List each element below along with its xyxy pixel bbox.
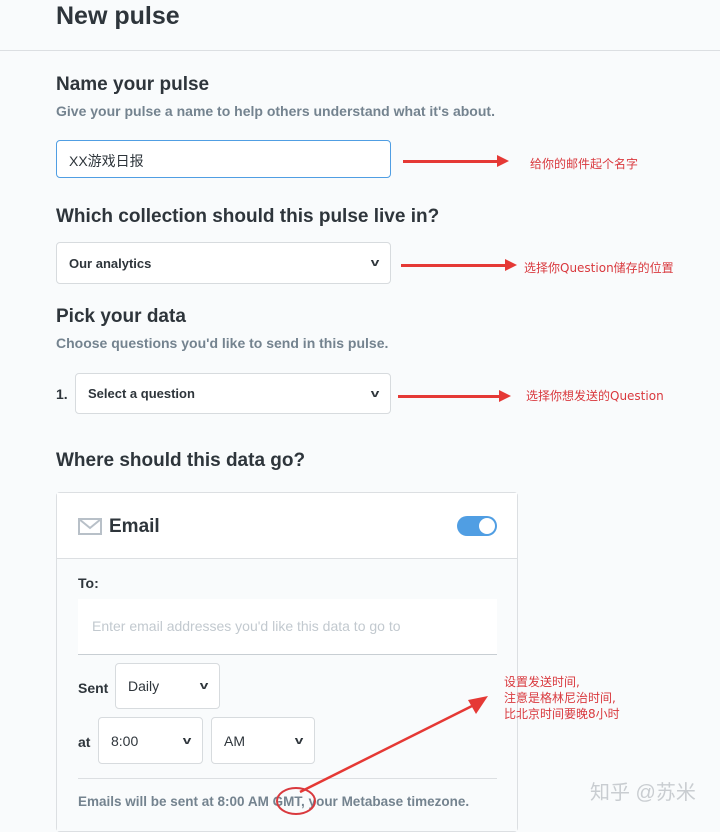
collection-value: Our analytics bbox=[69, 255, 152, 271]
collection-select[interactable]: Our analytics v bbox=[56, 242, 391, 284]
question-number: 1. bbox=[56, 386, 68, 402]
email-toggle[interactable] bbox=[457, 516, 497, 536]
recipients-input[interactable]: Enter email addresses you'd like this da… bbox=[78, 599, 497, 655]
annotation-name: 给你的邮件起个名字 bbox=[530, 157, 639, 171]
page-title: New pulse bbox=[56, 2, 180, 30]
frequency-value: Daily bbox=[128, 678, 160, 694]
destination-section-title: Where should this data go? bbox=[56, 450, 306, 471]
ampm-value: AM bbox=[224, 732, 245, 749]
annotation-arrow bbox=[403, 155, 509, 167]
annotation-line: 注意是格林尼治时间, bbox=[504, 691, 616, 705]
time-value: 8:00 bbox=[111, 732, 139, 749]
annotation-question: 选择你想发送的Question bbox=[526, 389, 664, 403]
annotation-line: 设置发送时间, bbox=[504, 675, 580, 689]
chevron-down-icon: v bbox=[199, 680, 209, 692]
time-select[interactable]: 8:00 v bbox=[98, 717, 203, 764]
watermark: 知乎 @苏米 bbox=[590, 782, 696, 804]
email-card-title: Email bbox=[109, 516, 160, 537]
sent-label: Sent bbox=[78, 680, 109, 696]
question-select[interactable]: Select a question v bbox=[75, 373, 391, 414]
name-section-subtitle: Give your pulse a name to help others un… bbox=[56, 103, 495, 119]
at-label: at bbox=[78, 734, 91, 750]
annotation-arrow bbox=[398, 390, 511, 402]
collection-section-title: Which collection should this pulse live … bbox=[56, 206, 440, 227]
envelope-icon bbox=[78, 518, 102, 535]
data-section-title: Pick your data bbox=[56, 306, 186, 327]
annotation-time: 设置发送时间, 注意是格林尼治时间, 比北京时间要晚8小时 bbox=[504, 674, 620, 722]
chevron-down-icon: v bbox=[182, 734, 192, 747]
frequency-select[interactable]: Daily v bbox=[115, 663, 220, 709]
divider bbox=[0, 50, 720, 51]
annotation-collection: 选择你Question储存的位置 bbox=[524, 261, 674, 275]
question-placeholder: Select a question bbox=[88, 386, 195, 401]
data-section-subtitle: Choose questions you'd like to send in t… bbox=[56, 335, 389, 351]
chevron-down-icon: v bbox=[370, 257, 380, 269]
name-section-title: Name your pulse bbox=[56, 74, 210, 95]
to-label: To: bbox=[78, 575, 99, 591]
chevron-down-icon: v bbox=[370, 387, 380, 400]
annotation-arrow-circle bbox=[276, 696, 488, 815]
pulse-name-input[interactable]: XX游戏日报 bbox=[56, 140, 391, 178]
annotation-line: 比北京时间要晚8小时 bbox=[504, 707, 620, 721]
annotation-arrow bbox=[401, 259, 517, 271]
